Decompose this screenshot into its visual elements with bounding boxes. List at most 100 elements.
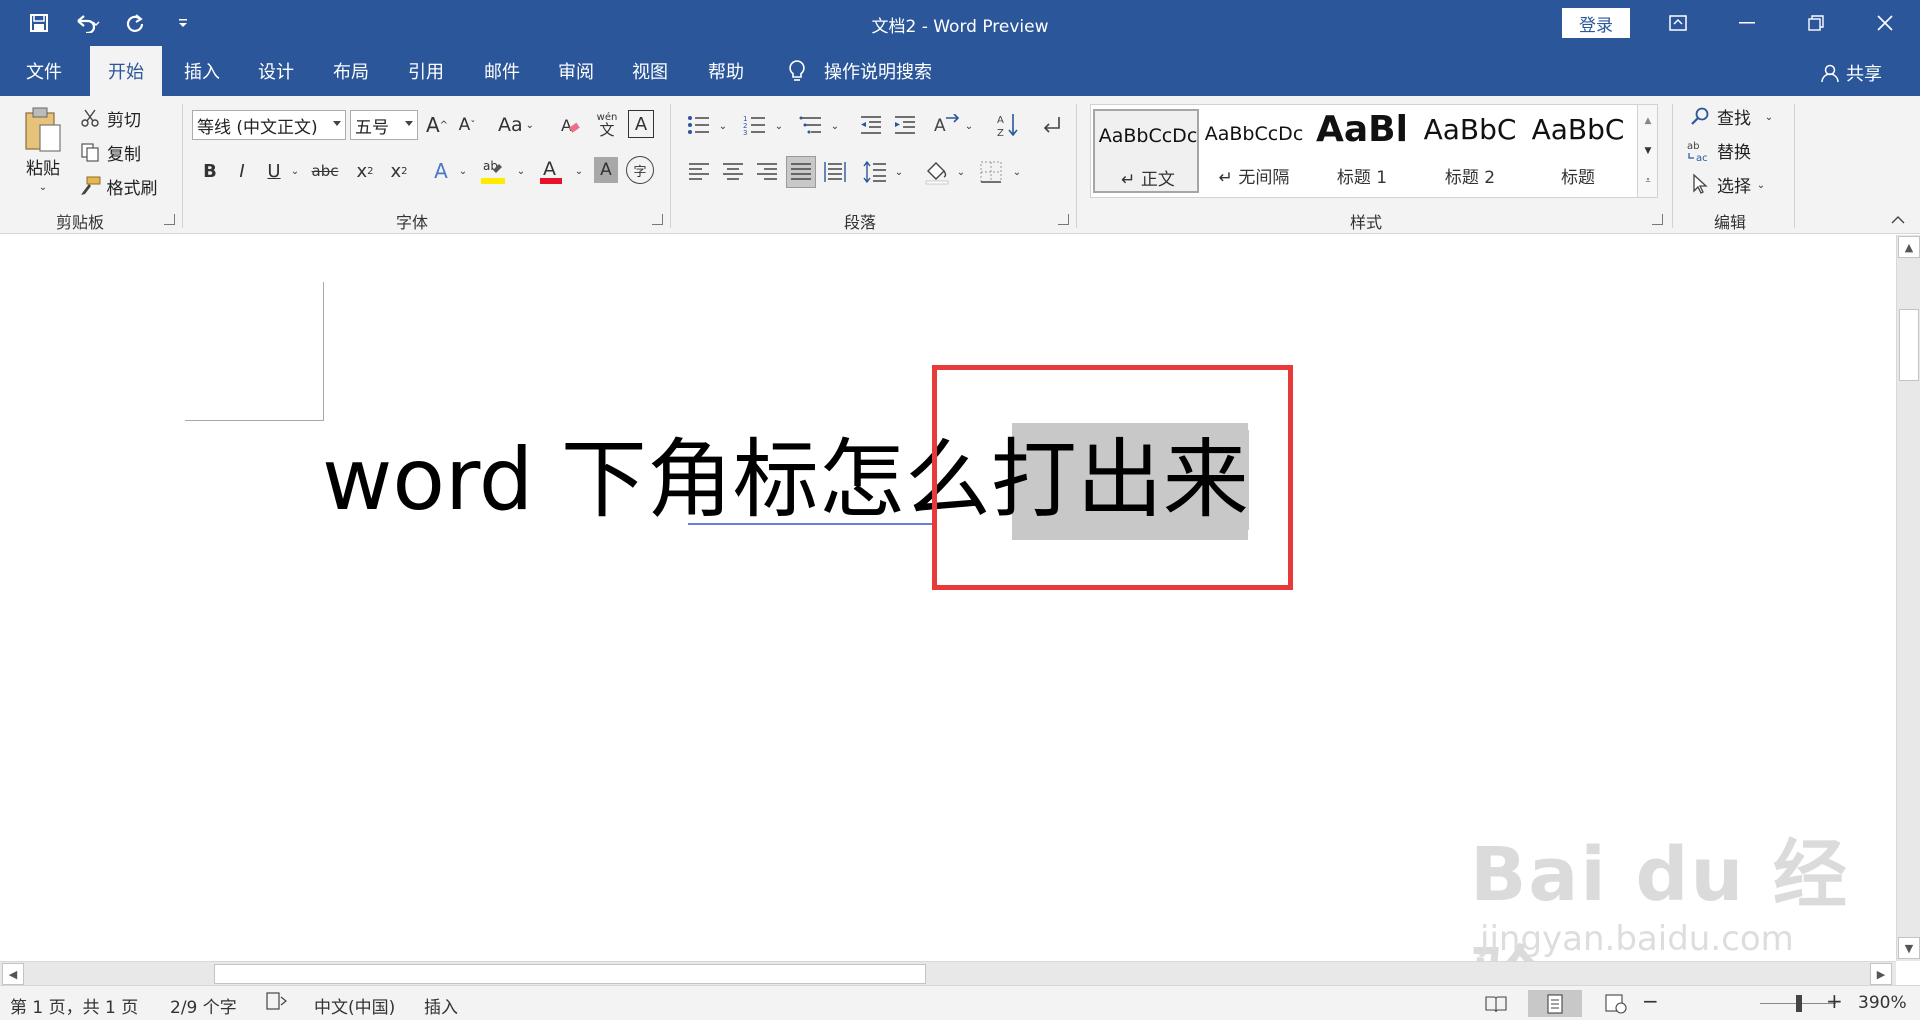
style-normal[interactable]: AaBbCcDc ↵ 正文: [1093, 109, 1199, 193]
clipboard-launcher-icon[interactable]: [164, 214, 175, 225]
style-title[interactable]: AaBbC 标题: [1525, 109, 1631, 193]
select-button[interactable]: 选择: [1712, 172, 1756, 197]
vertical-scrollbar[interactable]: ▲ ▼: [1896, 235, 1920, 961]
share-button[interactable]: 共享: [1820, 60, 1882, 86]
styles-launcher-icon[interactable]: [1652, 214, 1663, 225]
change-case-icon[interactable]: Aa ⌄: [494, 110, 538, 140]
ribbon-display-options-icon[interactable]: [1655, 6, 1701, 40]
increase-indent-icon[interactable]: [890, 110, 920, 140]
enclose-characters-icon[interactable]: 字: [626, 156, 654, 184]
superscript-icon[interactable]: x2: [386, 156, 412, 186]
numbering-dropdown-icon[interactable]: ⌄: [772, 116, 786, 136]
align-center-icon[interactable]: [718, 158, 748, 186]
underline-button[interactable]: U: [262, 156, 286, 186]
replace-icon[interactable]: ab ac: [1686, 138, 1712, 164]
gallery-more-icon[interactable]: ⩡: [1638, 167, 1658, 195]
cut-button[interactable]: 剪切: [104, 106, 144, 131]
horizontal-scroll-thumb[interactable]: [214, 964, 926, 984]
tell-me-search[interactable]: 操作说明搜索: [818, 46, 938, 96]
find-dropdown-icon[interactable]: ⌄: [1762, 108, 1776, 126]
align-left-icon[interactable]: [684, 158, 714, 186]
italic-button[interactable]: I: [230, 156, 254, 186]
shrink-font-icon[interactable]: Aˇ: [454, 110, 480, 140]
format-painter-button[interactable]: 格式刷: [104, 174, 160, 199]
decrease-indent-icon[interactable]: [856, 110, 886, 140]
tab-file[interactable]: 文件: [8, 46, 80, 96]
redo-icon[interactable]: [120, 8, 150, 38]
numbering-icon[interactable]: 123: [740, 110, 770, 140]
phonetic-guide-icon[interactable]: wén 文: [592, 108, 622, 142]
zoom-in-icon[interactable]: +: [1826, 989, 1843, 1013]
find-button[interactable]: 查找: [1712, 104, 1756, 129]
replace-button[interactable]: 替换: [1712, 138, 1756, 163]
customize-qat-icon[interactable]: [168, 8, 198, 38]
scissors-icon[interactable]: [78, 106, 102, 130]
tab-layout[interactable]: 布局: [315, 46, 387, 96]
print-layout-icon[interactable]: [1528, 990, 1582, 1017]
language-indicator[interactable]: 中文(中国): [314, 993, 395, 1018]
highlight-color-icon[interactable]: ab: [478, 154, 508, 188]
minimize-icon[interactable]: [1724, 6, 1770, 40]
subscript-icon[interactable]: x2: [352, 156, 378, 186]
bold-button[interactable]: B: [198, 156, 222, 186]
character-border-icon[interactable]: A: [628, 110, 654, 138]
format-painter-icon[interactable]: [78, 174, 102, 198]
show-formatting-marks-icon[interactable]: [1036, 110, 1066, 140]
paste-icon[interactable]: [20, 104, 66, 154]
find-icon[interactable]: [1688, 104, 1712, 128]
copy-button[interactable]: 复制: [104, 140, 144, 165]
sort-icon[interactable]: AZ: [994, 110, 1024, 140]
chinese-layout-dropdown-icon[interactable]: ⌄: [962, 116, 976, 136]
font-color-dropdown-icon[interactable]: ⌄: [572, 160, 586, 182]
tab-references[interactable]: 引用: [390, 46, 462, 96]
document-canvas[interactable]: word 下角标怎么打出来 Bai du 经验 jingyan.baidu.co…: [0, 235, 1896, 961]
proofing-icon[interactable]: [266, 991, 288, 1016]
tab-mailings[interactable]: 邮件: [466, 46, 538, 96]
line-spacing-icon[interactable]: [860, 158, 890, 186]
login-button[interactable]: 登录: [1562, 8, 1630, 38]
paste-dropdown-icon[interactable]: ⌄: [36, 180, 50, 194]
bullets-icon[interactable]: [684, 110, 714, 140]
clear-formatting-icon[interactable]: A: [556, 110, 584, 140]
paragraph-launcher-icon[interactable]: [1058, 214, 1069, 225]
align-right-icon[interactable]: [752, 158, 782, 186]
insert-mode[interactable]: 插入: [424, 993, 458, 1018]
word-count[interactable]: 2/9 个字: [170, 993, 237, 1018]
style-heading-1[interactable]: AaBl 标题 1: [1309, 109, 1415, 193]
read-mode-icon[interactable]: [1480, 990, 1512, 1017]
paste-button[interactable]: 粘贴: [16, 154, 70, 179]
text-effects-dropdown-icon[interactable]: ⌄: [456, 160, 470, 182]
tab-insert[interactable]: 插入: [166, 46, 238, 96]
collapse-ribbon-icon[interactable]: [1888, 212, 1908, 228]
chinese-layout-icon[interactable]: A: [932, 110, 962, 140]
style-heading-2[interactable]: AaBbC 标题 2: [1417, 109, 1523, 193]
font-color-icon[interactable]: A: [536, 154, 566, 188]
gallery-down-icon[interactable]: ▼: [1638, 137, 1658, 165]
horizontal-scrollbar[interactable]: ◀ ▶: [0, 961, 1896, 985]
text-effects-icon[interactable]: A: [428, 156, 454, 186]
select-cursor-icon[interactable]: [1688, 172, 1712, 196]
gallery-up-icon[interactable]: ▲: [1638, 107, 1658, 135]
multilevel-dropdown-icon[interactable]: ⌄: [828, 116, 842, 136]
zoom-out-icon[interactable]: −: [1642, 989, 1659, 1013]
tab-design[interactable]: 设计: [240, 46, 312, 96]
font-launcher-icon[interactable]: [652, 214, 663, 225]
shading-dropdown-icon[interactable]: ⌄: [954, 162, 968, 182]
save-icon[interactable]: [24, 8, 54, 38]
borders-icon[interactable]: [976, 156, 1006, 188]
tab-help[interactable]: 帮助: [690, 46, 762, 96]
undo-icon[interactable]: [72, 8, 102, 38]
line-spacing-dropdown-icon[interactable]: ⌄: [892, 162, 906, 182]
vertical-scroll-thumb[interactable]: [1899, 309, 1919, 381]
underline-dropdown-icon[interactable]: ⌄: [288, 160, 302, 182]
scroll-down-icon[interactable]: ▼: [1898, 937, 1920, 959]
justify-icon[interactable]: [786, 156, 816, 188]
restore-icon[interactable]: [1793, 6, 1839, 40]
grow-font-icon[interactable]: A ^: [424, 110, 450, 140]
lightbulb-icon[interactable]: [785, 59, 809, 83]
font-size-combobox[interactable]: 五号: [350, 110, 418, 140]
select-dropdown-icon[interactable]: ⌄: [1754, 176, 1768, 194]
tab-home[interactable]: 开始: [90, 46, 162, 96]
highlight-dropdown-icon[interactable]: ⌄: [514, 160, 528, 182]
bullets-dropdown-icon[interactable]: ⌄: [716, 116, 730, 136]
